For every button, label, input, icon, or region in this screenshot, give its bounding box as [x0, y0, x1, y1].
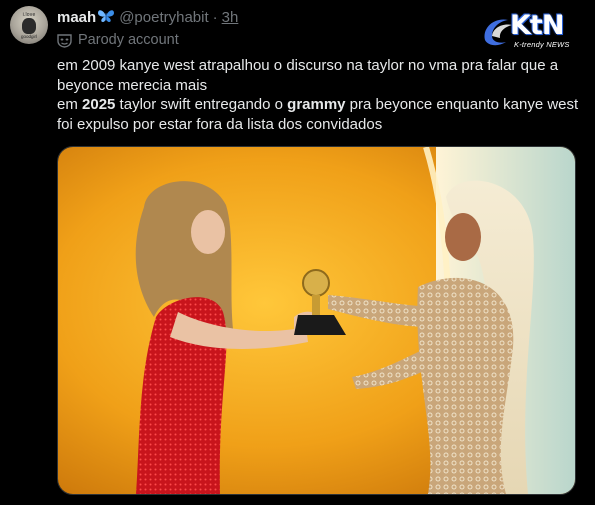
- parody-label: Parody account: [57, 31, 179, 49]
- handle[interactable]: @poetryhabit: [119, 9, 208, 26]
- recipient-face: [445, 213, 481, 261]
- separator-dot: ·: [212, 9, 218, 26]
- tweet-line-2: em 2025 taylor swift entregando o grammy…: [57, 95, 587, 134]
- watermark-main: KtN: [510, 10, 564, 41]
- tweet-text: em 2009 kanye west atrapalhou o discurso…: [57, 56, 587, 134]
- watermark-sub: K-trendy NEWS: [514, 40, 570, 49]
- blue-butterfly-icon: [97, 8, 115, 29]
- tweet-photo[interactable]: [57, 146, 576, 495]
- avatar-caption-bottom: goodgirl: [20, 34, 37, 39]
- photo-scene: [58, 147, 575, 494]
- tweet-award: grammy: [287, 96, 346, 113]
- tweet-line-2-middle: taylor swift entregando o: [115, 96, 288, 113]
- presenter-face: [191, 210, 225, 254]
- tweet-header: maah @poetryhabit · 3h: [57, 8, 238, 29]
- mask-icon: [57, 33, 72, 48]
- avatar-face: [22, 18, 36, 34]
- timestamp[interactable]: 3h: [222, 9, 239, 26]
- avatar[interactable]: i.love goodgirl: [10, 6, 48, 44]
- recipient-dress: [417, 277, 514, 494]
- watermark-logo: KtN K-trendy NEWS: [480, 10, 580, 52]
- tweet-line-2-prefix: em: [57, 96, 83, 113]
- tweet-year: 2025: [82, 96, 116, 113]
- tweet-line-1: em 2009 kanye west atrapalhou o discurso…: [57, 57, 559, 94]
- display-name[interactable]: maah: [57, 9, 96, 26]
- parody-label-text: Parody account: [78, 32, 179, 48]
